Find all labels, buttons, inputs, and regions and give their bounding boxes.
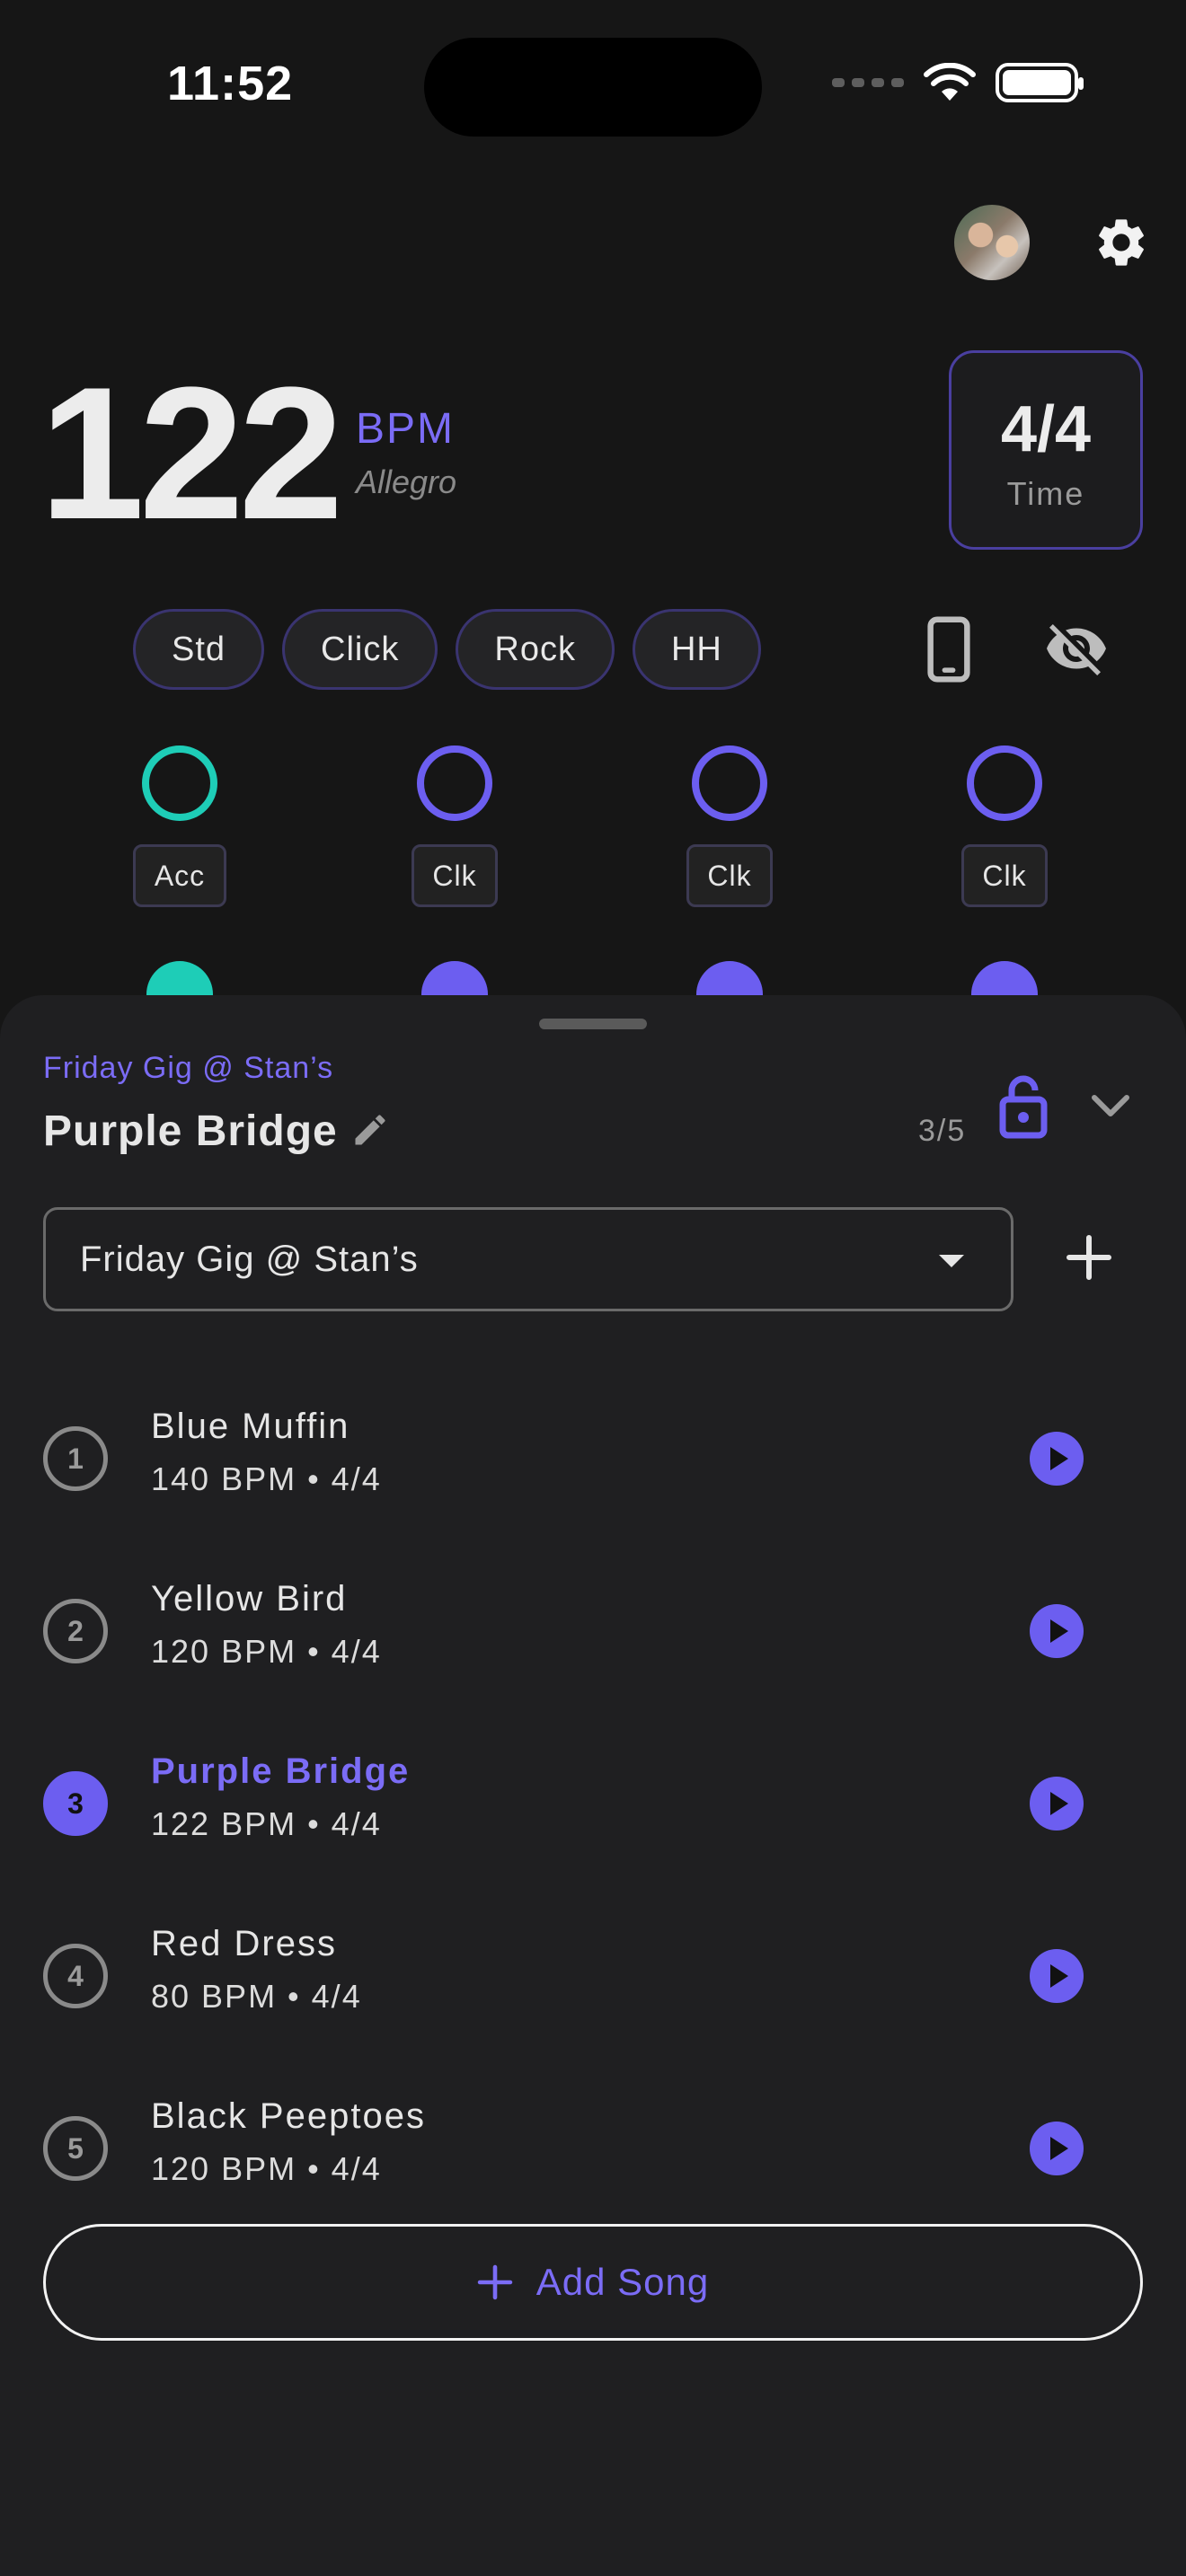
setlist-name: Friday Gig @ Stan’s bbox=[43, 1051, 334, 1085]
setlist-dropdown[interactable]: Friday Gig @ Stan’s bbox=[43, 1207, 1013, 1311]
song-row-active[interactable]: 3 Purple Bridge 122 BPM • 4/4 bbox=[0, 1717, 1186, 1890]
sound-chip-rock[interactable]: Rock bbox=[456, 609, 615, 690]
song-title: Purple Bridge bbox=[151, 1751, 411, 1791]
setlist-sheet: Friday Gig @ Stan’s Purple Bridge 3/5 Fr… bbox=[0, 995, 1186, 2576]
sound-chip-hh[interactable]: HH bbox=[632, 609, 761, 690]
song-title: Yellow Bird bbox=[151, 1579, 348, 1619]
beat-1-indicator[interactable] bbox=[142, 745, 217, 821]
song-number: 3 bbox=[43, 1771, 108, 1836]
play-icon[interactable] bbox=[1030, 1432, 1084, 1486]
setlist-dropdown-value: Friday Gig @ Stan’s bbox=[80, 1239, 419, 1279]
song-meta: 140 BPM • 4/4 bbox=[151, 1460, 382, 1497]
beat-4-type[interactable]: Clk bbox=[961, 844, 1048, 907]
plus-icon[interactable] bbox=[1066, 1234, 1112, 1281]
pencil-icon[interactable] bbox=[350, 1110, 390, 1150]
time-signature-button[interactable]: 4/4 Time bbox=[949, 350, 1143, 550]
song-number: 4 bbox=[43, 1944, 108, 2008]
caret-down-icon bbox=[939, 1255, 964, 1267]
song-position: 3/5 bbox=[918, 1114, 967, 1148]
add-song-button[interactable]: Add Song bbox=[43, 2224, 1143, 2341]
metronome-screen: 11:52 122 BPM Allegro 4/4 Time Std Click… bbox=[0, 0, 1186, 2576]
status-time: 11:52 bbox=[167, 57, 294, 110]
song-number: 5 bbox=[43, 2116, 108, 2181]
play-icon[interactable] bbox=[1030, 1949, 1084, 2003]
song-row[interactable]: 2 Yellow Bird 120 BPM • 4/4 bbox=[0, 1545, 1186, 1717]
time-signature-value: 4/4 bbox=[1000, 393, 1092, 465]
sheet-handle[interactable] bbox=[539, 1019, 647, 1029]
gear-icon[interactable] bbox=[1093, 214, 1150, 271]
plus-icon bbox=[477, 2264, 512, 2300]
song-meta: 120 BPM • 4/4 bbox=[151, 1633, 382, 1670]
song-row[interactable]: 5 Black Peeptoes 120 BPM • 4/4 bbox=[0, 2062, 1186, 2235]
beat-4-indicator[interactable] bbox=[967, 745, 1042, 821]
song-meta: 80 BPM • 4/4 bbox=[151, 1978, 362, 2015]
sound-selector: Std Click Rock HH bbox=[133, 609, 761, 690]
status-icons bbox=[832, 63, 1084, 102]
wifi-icon bbox=[924, 63, 976, 101]
song-row[interactable]: 4 Red Dress 80 BPM • 4/4 bbox=[0, 1890, 1186, 2062]
song-title: Black Peeptoes bbox=[151, 2096, 426, 2136]
signal-icon bbox=[832, 78, 904, 87]
beat-3-type[interactable]: Clk bbox=[686, 844, 773, 907]
avatar[interactable] bbox=[954, 205, 1030, 280]
play-icon[interactable] bbox=[1030, 2122, 1084, 2175]
beat-2-type[interactable]: Clk bbox=[412, 844, 498, 907]
beat-1-type[interactable]: Acc bbox=[133, 844, 226, 907]
play-icon[interactable] bbox=[1030, 1604, 1084, 1658]
sound-chip-std[interactable]: Std bbox=[133, 609, 265, 690]
song-meta: 120 BPM • 4/4 bbox=[151, 2150, 382, 2187]
song-title: Blue Muffin bbox=[151, 1407, 350, 1446]
time-signature-label: Time bbox=[1006, 475, 1085, 512]
add-song-label: Add Song bbox=[535, 2261, 710, 2303]
sound-chip-click[interactable]: Click bbox=[282, 609, 438, 690]
song-number: 2 bbox=[43, 1599, 108, 1663]
lock-open-icon[interactable] bbox=[999, 1074, 1048, 1139]
tempo-marking: Allegro bbox=[356, 463, 457, 500]
song-number: 1 bbox=[43, 1426, 108, 1491]
battery-icon bbox=[996, 63, 1084, 102]
beat-3-indicator[interactable] bbox=[692, 745, 767, 821]
dynamic-island bbox=[424, 38, 762, 137]
current-song-title: Purple Bridge bbox=[43, 1107, 338, 1155]
chevron-down-icon[interactable] bbox=[1089, 1089, 1132, 1125]
song-row[interactable]: 1 Blue Muffin 140 BPM • 4/4 bbox=[0, 1372, 1186, 1545]
bpm-value[interactable]: 122 bbox=[40, 359, 343, 548]
phone-icon[interactable] bbox=[924, 616, 974, 683]
song-title: Red Dress bbox=[151, 1924, 337, 1963]
beat-2-indicator[interactable] bbox=[417, 745, 492, 821]
eye-off-icon[interactable] bbox=[1042, 616, 1111, 681]
play-icon[interactable] bbox=[1030, 1777, 1084, 1831]
song-meta: 122 BPM • 4/4 bbox=[151, 1805, 382, 1842]
bpm-unit-label: BPM bbox=[356, 405, 456, 453]
